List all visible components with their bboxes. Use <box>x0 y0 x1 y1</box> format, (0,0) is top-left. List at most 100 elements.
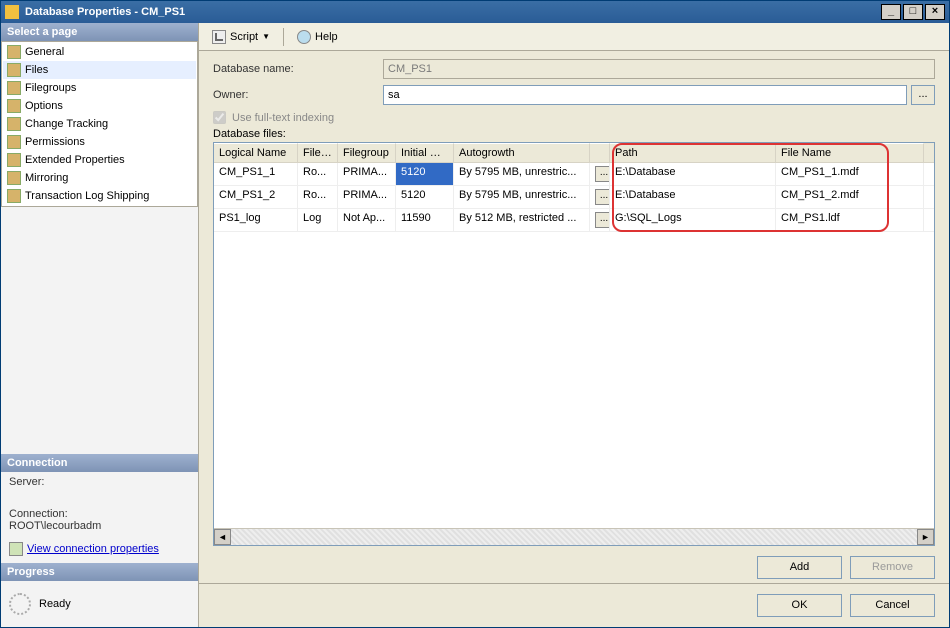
server-label: Server: <box>9 476 190 488</box>
col-header-filetype[interactable]: File ... <box>298 143 338 162</box>
owner-label: Owner: <box>213 89 383 101</box>
progress-block: Ready <box>1 581 198 627</box>
minimize-button[interactable]: _ <box>881 4 901 20</box>
database-files-grid[interactable]: Logical Name File ... Filegroup Initial … <box>213 142 935 546</box>
fulltext-checkbox-row: Use full-text indexing <box>213 111 935 124</box>
cell-filetype: Ro... <box>298 163 338 185</box>
cell-autogrowth: By 512 MB, restricted ... <box>454 209 590 231</box>
col-header-initsize[interactable]: Initial Siz... <box>396 143 454 162</box>
script-label: Script <box>230 31 258 43</box>
progress-status: Ready <box>39 598 71 610</box>
page-label: General <box>25 46 64 58</box>
sidebar-header-connection: Connection <box>1 454 198 472</box>
remove-button: Remove <box>850 556 935 579</box>
ok-button[interactable]: OK <box>757 594 842 617</box>
page-transaction-log-shipping[interactable]: Transaction Log Shipping <box>3 187 196 205</box>
page-permissions[interactable]: Permissions <box>3 133 196 151</box>
col-header-filename[interactable]: File Name <box>776 143 924 162</box>
main-pane: Script ▼ Help Database name: Owner: ... <box>199 23 949 627</box>
cell-filename: CM_PS1_1.mdf <box>776 163 924 185</box>
page-icon <box>7 171 21 185</box>
col-header-path[interactable]: Path <box>610 143 776 162</box>
page-mirroring[interactable]: Mirroring <box>3 169 196 187</box>
cancel-button[interactable]: Cancel <box>850 594 935 617</box>
page-files[interactable]: Files <box>3 61 196 79</box>
cell-filetype: Ro... <box>298 186 338 208</box>
help-button[interactable]: Help <box>292 28 343 46</box>
view-connection-properties-text: View connection properties <box>27 543 159 555</box>
cell-autogrowth: By 5795 MB, unrestric... <box>454 163 590 185</box>
connection-block: Server: Connection: ROOT\lecourbadm View… <box>1 472 198 563</box>
help-label: Help <box>315 31 338 43</box>
table-row[interactable]: CM_PS1_2 Ro... PRIMA... 5120 By 5795 MB,… <box>214 186 934 209</box>
page-label: Options <box>25 100 63 112</box>
table-row[interactable]: CM_PS1_1 Ro... PRIMA... 5120 By 5795 MB,… <box>214 163 934 186</box>
scroll-track[interactable] <box>231 529 917 545</box>
col-header-filegroup[interactable]: Filegroup <box>338 143 396 162</box>
view-connection-properties-link[interactable]: View connection properties <box>9 542 159 556</box>
toolbar-divider <box>283 28 284 46</box>
grid-wrap: Database files: Logical Name File ... Fi… <box>213 128 935 546</box>
page-icon <box>7 135 21 149</box>
page-label: Change Tracking <box>25 118 108 130</box>
cell-autobtn: ... <box>590 186 610 208</box>
cell-autogrowth: By 5795 MB, unrestric... <box>454 186 590 208</box>
progress-spinner-icon <box>9 593 31 615</box>
cell-filename: CM_PS1.ldf <box>776 209 924 231</box>
chevron-down-icon: ▼ <box>262 32 270 41</box>
body: Select a page General Files Filegroups O… <box>1 23 949 627</box>
cell-autobtn: ... <box>590 209 610 231</box>
script-button[interactable]: Script ▼ <box>207 28 275 46</box>
autogrowth-button[interactable]: ... <box>595 212 610 228</box>
page-list: General Files Filegroups Options Change … <box>1 41 198 207</box>
scroll-left-button[interactable]: ◄ <box>214 529 231 545</box>
cell-logical: PS1_log <box>214 209 298 231</box>
page-label: Filegroups <box>25 82 76 94</box>
cell-initsize[interactable]: 5120 <box>396 163 454 185</box>
cell-autobtn: ... <box>590 163 610 185</box>
window: Database Properties - CM_PS1 _ □ × Selec… <box>0 0 950 628</box>
page-extended-properties[interactable]: Extended Properties <box>3 151 196 169</box>
owner-browse-button[interactable]: ... <box>911 85 935 105</box>
autogrowth-button[interactable]: ... <box>595 166 610 182</box>
col-header-autogrowth[interactable]: Autogrowth <box>454 143 590 162</box>
maximize-button[interactable]: □ <box>903 4 923 20</box>
cell-filegroup: PRIMA... <box>338 163 396 185</box>
page-label: Transaction Log Shipping <box>25 190 149 202</box>
dbname-row: Database name: <box>213 59 935 79</box>
connection-icon <box>9 542 23 556</box>
cell-initsize[interactable]: 11590 <box>396 209 454 231</box>
page-change-tracking[interactable]: Change Tracking <box>3 115 196 133</box>
help-icon <box>297 30 311 44</box>
page-icon <box>7 45 21 59</box>
dialog-buttons: OK Cancel <box>199 583 949 627</box>
cell-path: E:\Database <box>610 163 776 185</box>
owner-input[interactable] <box>383 85 907 105</box>
horizontal-scrollbar[interactable]: ◄ ► <box>214 528 934 545</box>
page-icon <box>7 153 21 167</box>
connection-value: ROOT\lecourbadm <box>9 520 190 532</box>
cell-filename: CM_PS1_2.mdf <box>776 186 924 208</box>
col-header-logical[interactable]: Logical Name <box>214 143 298 162</box>
sidebar-header-pages: Select a page <box>1 23 198 41</box>
cell-initsize[interactable]: 5120 <box>396 186 454 208</box>
server-value <box>9 488 190 500</box>
page-icon <box>7 81 21 95</box>
add-button[interactable]: Add <box>757 556 842 579</box>
connection-label: Connection: <box>9 508 190 520</box>
page-icon <box>7 63 21 77</box>
cell-logical: CM_PS1_2 <box>214 186 298 208</box>
autogrowth-button[interactable]: ... <box>595 189 610 205</box>
page-icon <box>7 189 21 203</box>
table-row[interactable]: PS1_log Log Not Ap... 11590 By 512 MB, r… <box>214 209 934 232</box>
page-filegroups[interactable]: Filegroups <box>3 79 196 97</box>
script-icon <box>212 30 226 44</box>
col-header-autobtn <box>590 143 610 162</box>
sidebar-spacer <box>1 207 198 454</box>
page-options[interactable]: Options <box>3 97 196 115</box>
close-button[interactable]: × <box>925 4 945 20</box>
page-label: Mirroring <box>25 172 68 184</box>
scroll-right-button[interactable]: ► <box>917 529 934 545</box>
titlebar: Database Properties - CM_PS1 _ □ × <box>1 1 949 23</box>
page-general[interactable]: General <box>3 43 196 61</box>
